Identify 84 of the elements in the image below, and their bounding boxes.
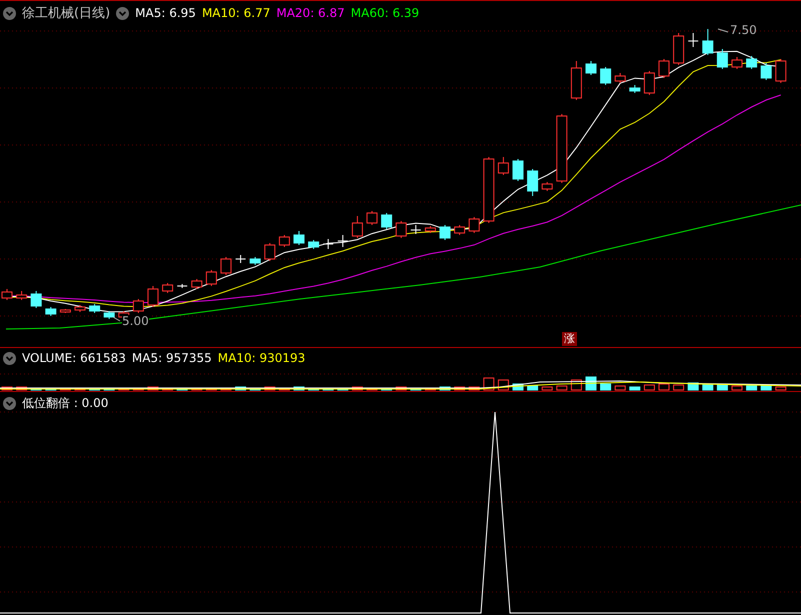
- volume-bar: [775, 386, 786, 390]
- moving-average-value: MA5: 6.95: [135, 6, 196, 20]
- chart-title: 徐工机械(日线): [22, 5, 110, 22]
- candlestick: [74, 304, 86, 312]
- leader-line: [112, 316, 120, 322]
- candlestick: [250, 256, 261, 266]
- candlestick: [746, 56, 758, 70]
- volume-bar: [716, 384, 728, 390]
- volume-bar: [614, 386, 626, 390]
- candlestick: [104, 310, 115, 320]
- volume-bar: [556, 386, 568, 390]
- candlestick: [264, 242, 276, 262]
- candlestick: [45, 306, 56, 316]
- candlestick: [381, 212, 392, 230]
- candlestick: [775, 58, 786, 84]
- candlestick: [89, 304, 100, 314]
- candlestick: [629, 84, 640, 94]
- candlestick: [673, 32, 684, 66]
- volume-bar: [600, 384, 612, 390]
- candlestick: [16, 290, 28, 300]
- candlestick: [483, 156, 494, 224]
- candlestick: [527, 168, 538, 196]
- candlestick: [148, 286, 158, 308]
- candlestick: [570, 60, 582, 100]
- candlestick: [468, 216, 480, 234]
- candlestick: [162, 282, 174, 294]
- candlestick: [644, 70, 655, 96]
- candlestick: [702, 28, 714, 56]
- candlestick: [542, 182, 553, 192]
- high-price-label: 7.50: [730, 23, 757, 37]
- candlestick: [454, 224, 466, 236]
- candlestick: [396, 220, 407, 238]
- volume-bar: [760, 386, 772, 390]
- moving-average-value: MA60: 6.39: [350, 6, 420, 20]
- candlestick: [308, 240, 320, 250]
- volume-bar: [629, 386, 640, 390]
- candlestick: [688, 32, 699, 48]
- moving-average-value: MA20: 6.87: [276, 6, 345, 20]
- volume-bar: [746, 386, 758, 390]
- candlestick: [235, 254, 246, 264]
- candlestick: [410, 224, 422, 234]
- volume-bar: [658, 384, 670, 390]
- candlestick: [658, 58, 670, 78]
- volume-bar: [673, 384, 684, 390]
- candlestick: [732, 56, 742, 70]
- candlestick: [206, 270, 217, 286]
- dropdown-icon[interactable]: [3, 352, 16, 364]
- candlestick: [191, 278, 202, 290]
- indicator-value: 低位翻倍 : 0.00: [22, 395, 108, 412]
- candlestick: [512, 158, 524, 182]
- dropdown-icon[interactable]: [116, 6, 130, 20]
- candlestick: [352, 216, 363, 238]
- candlestick: [278, 234, 290, 248]
- candlestick: [586, 60, 596, 76]
- candlestick: [760, 62, 772, 80]
- low-price-label: 5.00: [122, 315, 149, 328]
- candlestick: [132, 298, 144, 314]
- volume-value: MA10: 930193: [218, 351, 306, 365]
- leader-line: [718, 28, 728, 32]
- candlestick: [30, 290, 42, 308]
- candlestick: [716, 48, 728, 70]
- collapse-icon[interactable]: [3, 6, 16, 20]
- volume-bar: [644, 384, 655, 390]
- candlestick: [220, 256, 232, 276]
- candlestick: [60, 308, 71, 314]
- candlestick: [440, 224, 450, 240]
- volume-value: MA5: 957355: [132, 351, 212, 365]
- candlestick: [600, 66, 612, 86]
- candlestick: [614, 72, 626, 84]
- volume-bar: [542, 386, 553, 390]
- candlestick: [424, 226, 436, 234]
- candlestick: [322, 238, 334, 250]
- volume-value: VOLUME: 661583: [22, 351, 126, 365]
- candlestick: [176, 284, 188, 288]
- dropdown-icon[interactable]: [3, 397, 16, 410]
- limit-up-badge: 涨: [562, 332, 577, 346]
- candlestick: [498, 156, 509, 176]
- candlestick: [337, 234, 348, 248]
- candlestick: [366, 210, 378, 226]
- volume-bar: [732, 386, 742, 390]
- moving-average-value: MA10: 6.77: [202, 6, 270, 20]
- candlestick: [556, 114, 568, 184]
- candlestick: [294, 230, 304, 246]
- volume-bar: [527, 386, 538, 390]
